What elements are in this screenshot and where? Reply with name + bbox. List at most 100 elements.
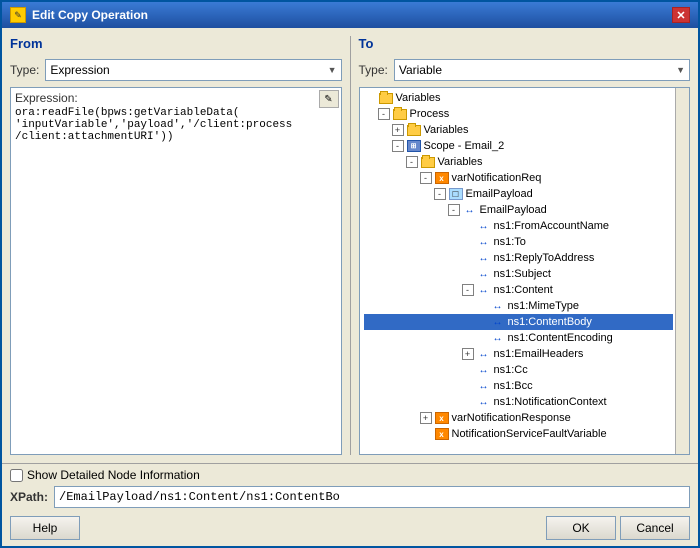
tree-item-label: ns1:EmailHeaders [494, 348, 584, 360]
expr-edit-btn[interactable]: ✎ [319, 90, 339, 108]
expression-label: Expression: [11, 88, 341, 105]
tree-toggle[interactable]: - [448, 204, 460, 216]
tree-toggle[interactable]: - [378, 108, 390, 120]
tree-row[interactable]: Variables [364, 90, 674, 106]
arrow-icon: ↔ [476, 379, 492, 393]
tree-row[interactable]: -☐EmailPayload [364, 186, 674, 202]
arrow-icon: ↔ [476, 267, 492, 281]
tree-row[interactable]: -xvarNotificationReq [364, 170, 674, 186]
tree-toggle[interactable]: + [420, 412, 432, 424]
arrow-icon: ↔ [490, 299, 506, 313]
tree-row[interactable]: ↔ns1:NotificationContext [364, 394, 674, 410]
tree-row[interactable]: xNotificationServiceFaultVariable [364, 426, 674, 442]
expression-area: Expression: ✎ [10, 87, 342, 455]
tree-item-label: varNotificationResponse [452, 412, 571, 424]
window-title: Edit Copy Operation [32, 8, 148, 22]
tree-row[interactable]: -↔ns1:Content [364, 282, 674, 298]
bottom-bar: Show Detailed Node Information XPath: He… [2, 463, 698, 546]
tree-row[interactable]: - Variables [364, 154, 674, 170]
tree-content: Variables-Process+Variables-⊞Scope - Ema… [360, 88, 676, 444]
tree-row[interactable]: -⊞Scope - Email_2 [364, 138, 674, 154]
tree-item-label: ns1:FromAccountName [494, 220, 610, 232]
tree-toggle[interactable]: + [462, 348, 474, 360]
tree-item-label: Scope - Email_2 [424, 140, 505, 152]
tree-item-label: ns1:ContentBody [508, 316, 592, 328]
tree-row[interactable]: +xvarNotificationResponse [364, 410, 674, 426]
arrow-icon: ↔ [490, 315, 506, 329]
from-panel: From Type: Expression ▼ Expression: ✎ [10, 36, 342, 455]
variable-icon: x [434, 411, 450, 425]
to-type-label: Type: [359, 63, 388, 77]
tree-container[interactable]: Variables-Process+Variables-⊞Scope - Ema… [359, 87, 691, 455]
arrow-icon: ↔ [476, 363, 492, 377]
help-button[interactable]: Help [10, 516, 80, 540]
to-title: To [359, 36, 691, 51]
arrow-icon: ↔ [476, 395, 492, 409]
to-type-dropdown[interactable]: Variable ▼ [394, 59, 690, 81]
tree-item-label: Process [410, 108, 450, 120]
tree-scrollbar[interactable] [675, 88, 689, 454]
tree-item-label: ns1:ContentEncoding [508, 332, 613, 344]
tree-row[interactable]: ↔ns1:FromAccountName [364, 218, 674, 234]
tree-item-label: EmailPayload [466, 188, 533, 200]
tree-item-label: ns1:ReplyToAddress [494, 252, 595, 264]
tree-item-label: Variables [396, 92, 441, 104]
tree-row[interactable]: ↔ns1:ReplyToAddress [364, 250, 674, 266]
from-type-row: Type: Expression ▼ [10, 59, 342, 81]
main-content: From Type: Expression ▼ Expression: ✎ To [2, 28, 698, 463]
xpath-input[interactable] [54, 486, 690, 508]
folder-icon [406, 123, 422, 137]
tree-row[interactable]: ↔ns1:To [364, 234, 674, 250]
tree-row[interactable]: +Variables [364, 122, 674, 138]
arrow-icon: ↔ [476, 219, 492, 233]
tree-item-label: ns1:NotificationContext [494, 396, 607, 408]
tree-toggle[interactable]: - [420, 172, 432, 184]
tree-item-label: EmailPayload [480, 204, 547, 216]
xpath-row: XPath: [10, 486, 690, 508]
tree-item-label: varNotificationReq [452, 172, 542, 184]
expression-toolbar: ✎ [319, 90, 339, 108]
tree-toggle[interactable]: + [392, 124, 404, 136]
tree-row[interactable]: ↔ns1:Bcc [364, 378, 674, 394]
xpath-label: XPath: [10, 490, 48, 504]
window-icon: ✎ [10, 7, 26, 23]
tree-item-label: ns1:Cc [494, 364, 528, 376]
close-button[interactable]: ✕ [672, 7, 690, 23]
tree-toggle[interactable]: - [406, 156, 418, 168]
cancel-button[interactable]: Cancel [620, 516, 690, 540]
tree-row[interactable]: ↔ns1:Subject [364, 266, 674, 282]
tree-row[interactable]: ↔ns1:ContentBody [364, 314, 674, 330]
arrow-icon: ↔ [476, 235, 492, 249]
to-type-arrow: ▼ [676, 65, 685, 75]
tree-toggle[interactable]: - [392, 140, 404, 152]
show-detail-checkbox[interactable] [10, 469, 23, 482]
show-detail-label: Show Detailed Node Information [27, 468, 200, 482]
main-window: ✎ Edit Copy Operation ✕ From Type: Expre… [0, 0, 700, 548]
variable-icon: x [434, 171, 450, 185]
folder-icon [378, 91, 394, 105]
checkbox-row: Show Detailed Node Information [10, 468, 690, 482]
tree-toggle[interactable]: - [462, 284, 474, 296]
to-type-value: Variable [399, 63, 442, 77]
from-type-value: Expression [50, 63, 109, 77]
tree-item-label: Variables [438, 156, 483, 168]
tree-row[interactable]: -↔EmailPayload [364, 202, 674, 218]
tree-row[interactable]: ↔ns1:Cc [364, 362, 674, 378]
tree-row[interactable]: - Process [364, 106, 674, 122]
arrow-icon: ↔ [462, 203, 478, 217]
from-type-dropdown[interactable]: Expression ▼ [45, 59, 341, 81]
expression-input[interactable] [11, 105, 341, 454]
arrow-icon: ↔ [476, 347, 492, 361]
folder-icon [392, 107, 408, 121]
arrow-icon: ↔ [476, 251, 492, 265]
tree-item-label: ns1:To [494, 236, 526, 248]
tree-toggle[interactable]: - [434, 188, 446, 200]
tree-row[interactable]: ↔ns1:MimeType [364, 298, 674, 314]
title-bar: ✎ Edit Copy Operation ✕ [2, 2, 698, 28]
tree-item-label: ns1:Bcc [494, 380, 533, 392]
tree-row[interactable]: +↔ns1:EmailHeaders [364, 346, 674, 362]
tree-row[interactable]: ↔ns1:ContentEncoding [364, 330, 674, 346]
ok-cancel-group: OK Cancel [546, 516, 690, 540]
tree-item-label: ns1:MimeType [508, 300, 580, 312]
ok-button[interactable]: OK [546, 516, 616, 540]
